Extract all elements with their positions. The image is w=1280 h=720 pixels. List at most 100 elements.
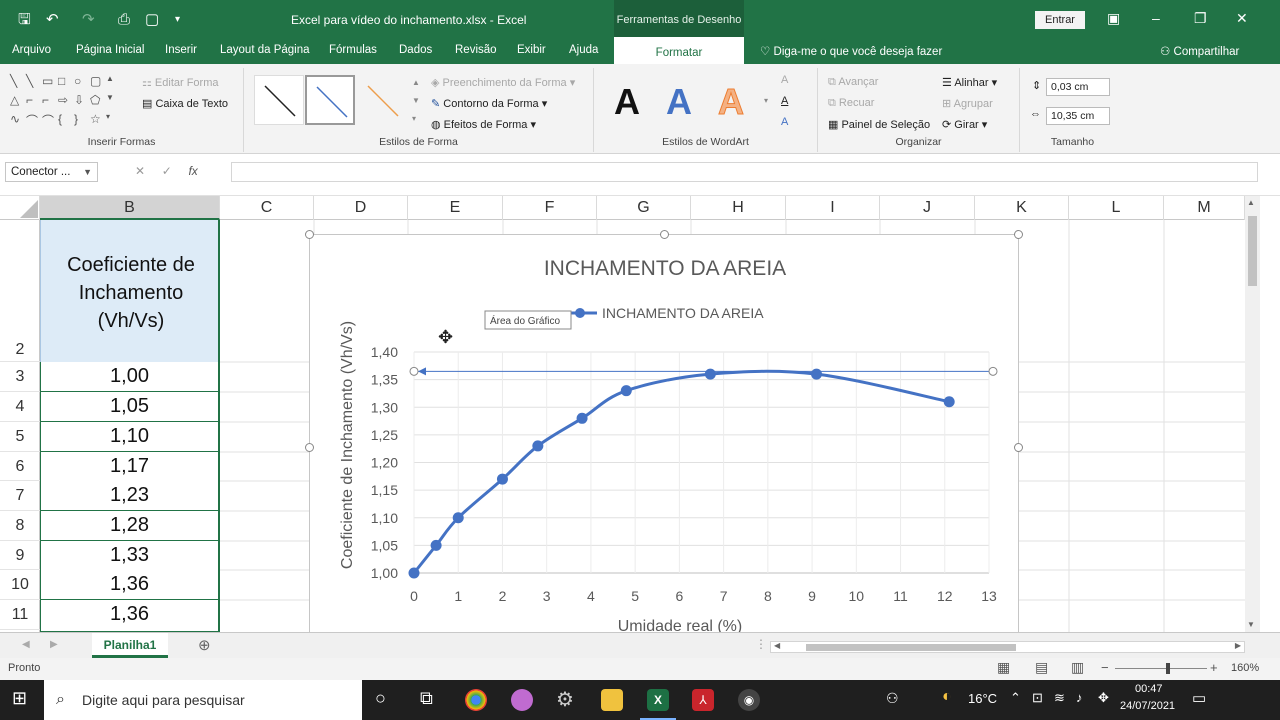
row-header[interactable]: 11	[0, 600, 40, 630]
wordart-orange[interactable]: A	[718, 80, 745, 124]
chrome-icon[interactable]	[465, 689, 487, 711]
send-backward-button[interactable]: ⧉ Recuar	[828, 97, 874, 110]
freeform-icon[interactable]: ∿	[10, 112, 26, 131]
elbow-shape-icon[interactable]: ⌐	[26, 93, 42, 112]
shape-height-input[interactable]: 0,03 cm	[1046, 78, 1110, 96]
wordart-more-icon[interactable]: ▾	[764, 96, 768, 105]
curve-icon[interactable]: ⌒	[26, 112, 42, 131]
horizontal-scroll-thumb[interactable]	[806, 644, 1016, 651]
col-header[interactable]: L	[1069, 196, 1164, 220]
file-explorer-icon[interactable]	[601, 689, 623, 711]
add-sheet-icon[interactable]: ⊕	[198, 636, 211, 654]
shape-fill-button[interactable]: ◈ Preenchimento da Forma ▾	[431, 76, 575, 89]
zoom-in-icon[interactable]: +	[1210, 660, 1218, 675]
cancel-icon[interactable]: ✕	[135, 164, 145, 178]
value-cell[interactable]: 1,17	[40, 452, 220, 482]
col-header[interactable]: F	[503, 196, 597, 220]
page-layout-icon[interactable]: ▤	[1035, 659, 1048, 676]
pentagon-icon[interactable]: ⬠	[90, 93, 106, 112]
bring-forward-button[interactable]: ⧉ Avançar	[828, 76, 878, 89]
col-header[interactable]: H	[691, 196, 786, 220]
resize-handle[interactable]	[305, 230, 314, 239]
fx-icon[interactable]: fx	[188, 164, 197, 178]
group-button[interactable]: ⊞ Agrupar	[942, 97, 993, 110]
redo-icon[interactable]: ↷	[82, 10, 95, 30]
shape-outline-button[interactable]: ✎ Contorno da Forma ▾	[431, 97, 547, 110]
more-shapes-icon[interactable]: ▾	[106, 112, 122, 131]
formula-input[interactable]	[231, 162, 1258, 182]
row-header[interactable]: 8	[0, 511, 40, 541]
save-icon[interactable]: 🖫	[18, 10, 31, 30]
col-header[interactable]: B	[40, 196, 220, 220]
text-box-button[interactable]: ▤ Caixa de Texto	[142, 97, 228, 110]
star-icon[interactable]: ☆	[90, 112, 106, 131]
zoom-slider[interactable]	[1115, 668, 1207, 669]
row-header[interactable]: 4	[0, 392, 40, 422]
col-header[interactable]: D	[314, 196, 408, 220]
task-view-icon[interactable]: ⧉	[420, 688, 433, 709]
align-button[interactable]: ☰ Alinhar ▾	[942, 76, 997, 89]
value-cell[interactable]: 1,23	[40, 481, 220, 511]
style-thumb-blue[interactable]	[305, 75, 355, 125]
brace-icon[interactable]: }	[74, 112, 90, 131]
oval-shape-icon[interactable]: ○	[74, 74, 90, 93]
scroll-left-icon[interactable]: ◀	[774, 641, 780, 650]
tab-formulas[interactable]: Fórmulas	[329, 44, 377, 56]
value-cell[interactable]: 1,36	[40, 600, 220, 632]
wordart-black[interactable]: A	[614, 80, 640, 124]
zoom-slider-thumb[interactable]	[1166, 663, 1170, 674]
brace-icon[interactable]: {	[58, 112, 74, 131]
tab-revisao[interactable]: Revisão	[455, 44, 497, 56]
print-preview-icon[interactable]: ⎙	[118, 10, 130, 30]
scroll-down-icon[interactable]: ▼	[106, 93, 122, 112]
sheet-tab[interactable]: Planilha1	[92, 633, 168, 658]
style-thumb-orange[interactable]	[357, 75, 407, 125]
undo-icon[interactable]: ↶	[46, 10, 59, 30]
col-header[interactable]: K	[975, 196, 1069, 220]
settings-icon[interactable]: ⚙	[556, 687, 574, 712]
tab-formatar[interactable]: Formatar	[614, 37, 744, 64]
col-header[interactable]: I	[786, 196, 880, 220]
row-header[interactable]: 3	[0, 362, 40, 392]
resize-handle[interactable]	[660, 230, 669, 239]
tab-layout[interactable]: Layout da Página	[220, 44, 310, 56]
taskbar-search[interactable]: ⌕ Digite aqui para pesquisar	[44, 680, 362, 720]
windows-start-icon[interactable]: ⊞	[12, 688, 27, 709]
clock-time[interactable]: 00:47	[1135, 683, 1163, 695]
ribbon-display-icon[interactable]: ▣	[1107, 10, 1120, 27]
name-box[interactable]: Conector ... ▼	[5, 162, 98, 182]
scroll-right-icon[interactable]: ▶	[1235, 641, 1241, 650]
value-cell[interactable]: 1,33	[40, 541, 220, 571]
restore-icon[interactable]: ❐	[1194, 10, 1207, 27]
col-header[interactable]: C	[220, 196, 314, 220]
value-cell[interactable]: 1,10	[40, 422, 220, 452]
styles-scroll-up-icon[interactable]: ▲	[412, 78, 420, 87]
shape-effects-button[interactable]: ◍ Efeitos de Forma ▾	[431, 118, 536, 131]
network-icon[interactable]: ⊡	[1032, 690, 1043, 706]
customize-qat-icon[interactable]: ▾	[175, 10, 180, 30]
zoom-out-icon[interactable]: −	[1101, 660, 1109, 675]
value-cell[interactable]: 1,00	[40, 362, 220, 392]
minimize-icon[interactable]: –	[1152, 10, 1160, 26]
row-header[interactable]: 6	[0, 452, 40, 481]
rounded-rect-icon[interactable]: ▢	[90, 74, 106, 93]
scroll-up-icon[interactable]: ▲	[1247, 198, 1255, 207]
select-all-corner[interactable]	[0, 196, 40, 220]
clock-date[interactable]: 24/07/2021	[1120, 700, 1175, 712]
text-outline-icon[interactable]: A	[781, 95, 788, 107]
col-header[interactable]: J	[880, 196, 975, 220]
cortana-icon[interactable]: ○	[375, 688, 386, 709]
weather-icon[interactable]: ◐	[942, 688, 952, 706]
selection-pane-button[interactable]: ▦ Painel de Seleção	[828, 118, 930, 131]
scroll-down-icon[interactable]: ▼	[1247, 620, 1255, 629]
tab-pagina-inicial[interactable]: Página Inicial	[76, 44, 144, 56]
shapes-gallery[interactable]: ╲ ╲ ▭ □ ○ ▢ ▲ △ ⌐ ⌐ ⇨ ⇩ ⬠ ▼ ∿ ⌒ ⌒{} ☆ ▾	[10, 74, 120, 131]
resize-handle[interactable]	[1014, 443, 1023, 452]
text-fill-icon[interactable]: A	[781, 74, 788, 86]
horizontal-scrollbar[interactable]: ◀ ▶	[770, 641, 1245, 653]
shape-width-input[interactable]: 10,35 cm	[1046, 107, 1110, 125]
triangle-shape-icon[interactable]: △	[10, 93, 26, 112]
zoom-level[interactable]: 160%	[1231, 662, 1259, 674]
arrow-right-icon[interactable]: ⇨	[58, 93, 74, 112]
normal-view-icon[interactable]: ▦	[997, 659, 1010, 676]
